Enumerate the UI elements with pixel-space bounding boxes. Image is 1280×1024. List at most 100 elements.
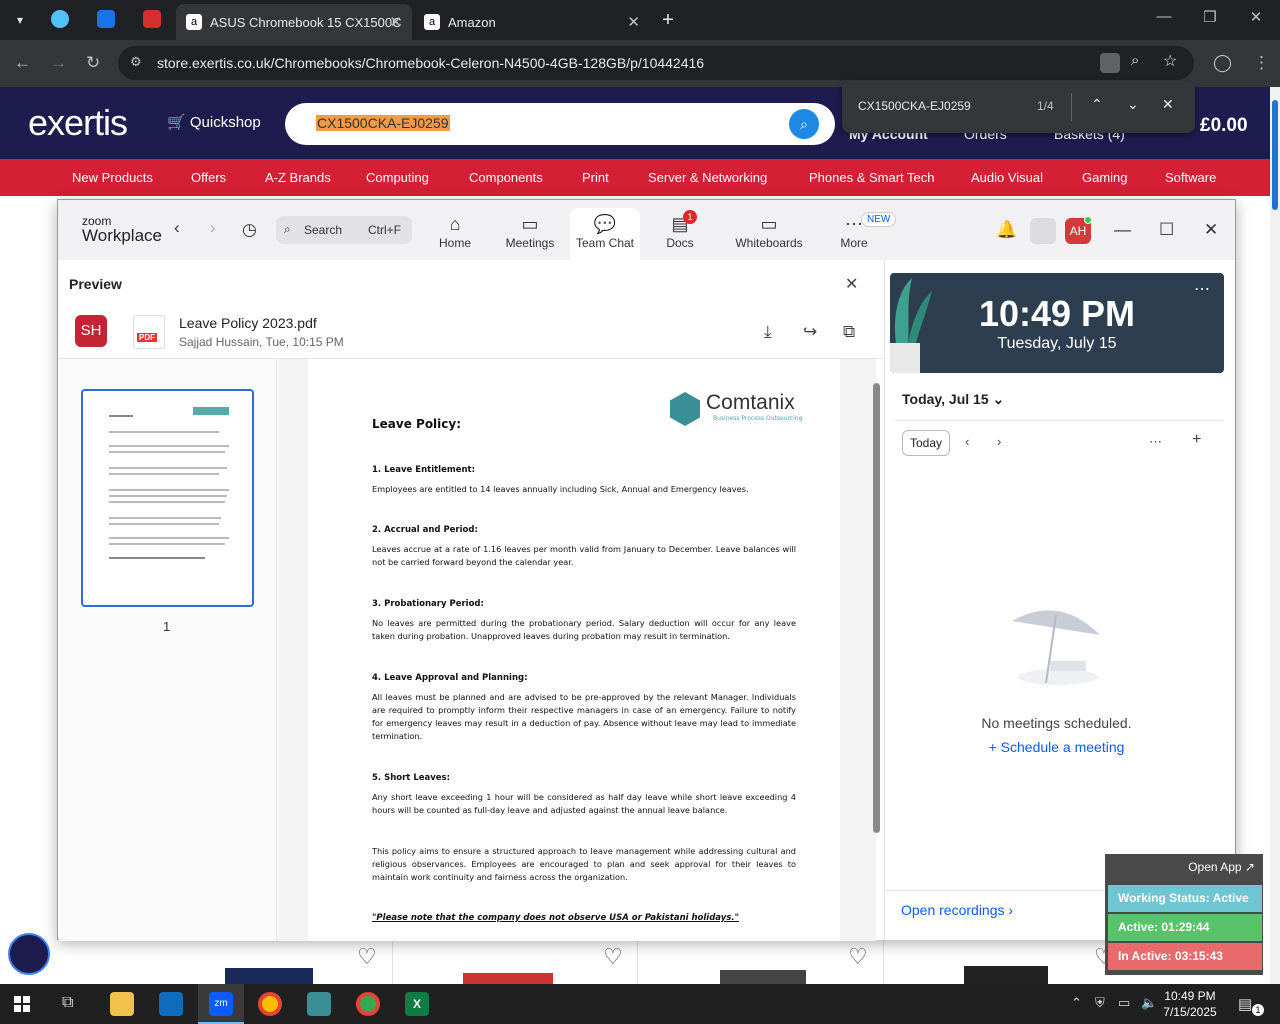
nav-team-chat[interactable]: 💬 Team Chat <box>570 208 640 260</box>
minimize-icon[interactable]: — <box>1114 220 1131 240</box>
page-scrollbar-thumb[interactable] <box>1272 100 1278 210</box>
page-thumbnail[interactable] <box>81 389 254 607</box>
exertis-logo[interactable]: exertis <box>28 102 128 144</box>
file-explorer-icon[interactable] <box>110 992 134 1016</box>
category-gaming[interactable]: Gaming <box>1082 170 1128 185</box>
category-offers[interactable]: Offers <box>191 170 226 185</box>
bookmark-star-icon[interactable]: ☆ <box>1163 51 1177 71</box>
category-components[interactable]: Components <box>469 170 543 185</box>
forward-icon[interactable]: › <box>210 218 216 238</box>
tab-asus-chromebook[interactable]: a ASUS Chromebook 15 CX1500C ✕ <box>176 4 412 40</box>
category-new-products[interactable]: New Products <box>72 170 153 185</box>
chevron-right-icon[interactable]: › <box>997 434 1001 449</box>
add-icon[interactable]: + <box>1192 431 1201 449</box>
wishlist-heart-icon[interactable]: ♡ <box>848 944 868 970</box>
today-button[interactable]: Today <box>902 430 950 456</box>
wishlist-heart-icon[interactable]: ♡ <box>357 944 377 970</box>
notification-icon[interactable]: ▤ <box>1238 995 1252 1013</box>
pinned-tab-icon[interactable] <box>97 10 115 28</box>
close-icon[interactable]: ✕ <box>1204 220 1218 240</box>
zoom-icon[interactable]: zm <box>209 992 233 1016</box>
download-icon[interactable]: ⤓ <box>764 322 772 342</box>
open-app-button[interactable]: Open App ↗ <box>1105 854 1263 880</box>
history-icon[interactable]: ◷ <box>242 220 257 240</box>
document-scrollbar-thumb[interactable] <box>873 383 880 833</box>
category-computing[interactable]: Computing <box>366 170 429 185</box>
menu-icon[interactable]: ⋮ <box>1253 53 1270 73</box>
taskbar-clock[interactable]: 10:49 PM 7/15/2025 <box>1160 988 1220 1020</box>
more-options-icon[interactable]: ⋯ <box>1194 279 1210 299</box>
pinned-tab-icon[interactable] <box>51 10 69 28</box>
bell-icon[interactable]: 🔔 <box>996 220 1017 240</box>
search-icon[interactable]: ⌕ <box>789 109 819 139</box>
close-icon[interactable]: ✕ <box>1162 96 1174 113</box>
gift-icon[interactable] <box>1030 218 1056 244</box>
zoom-search[interactable]: ⌕ Search Ctrl+F <box>276 216 412 244</box>
accessibility-icon[interactable] <box>8 933 50 975</box>
excel-icon[interactable]: X <box>405 992 429 1016</box>
wishlist-heart-icon[interactable]: ♡ <box>603 944 623 970</box>
more-icon[interactable]: ⋯ <box>1149 434 1162 450</box>
product-card[interactable] <box>145 938 393 984</box>
chrome-icon[interactable] <box>258 992 282 1016</box>
omnibox[interactable]: ⚙ store.exertis.co.uk/Chromebooks/Chrome… <box>118 46 1194 80</box>
quickshop-link[interactable]: 🛒 Quickshop <box>167 113 261 131</box>
document-view[interactable]: Comtanix Business Process Outsourcing Le… <box>278 359 876 941</box>
share-icon[interactable]: ↪ <box>803 322 817 342</box>
nav-more[interactable]: ⋯ More NEW <box>819 208 897 260</box>
open-external-icon[interactable]: ⧉ <box>843 322 855 342</box>
basket-total[interactable]: £0.00 <box>1200 115 1248 137</box>
lens-icon[interactable] <box>1100 53 1120 73</box>
category-phones-smart-tech[interactable]: Phones & Smart Tech <box>809 170 935 185</box>
network-icon[interactable]: ▭ <box>1118 995 1130 1011</box>
open-recordings-link[interactable]: Open recordings › <box>901 902 1013 918</box>
page-scrollbar[interactable] <box>1270 87 1280 984</box>
tab-search-button[interactable]: ▾ <box>6 6 34 34</box>
reload-icon[interactable]: ↻ <box>86 53 100 73</box>
start-icon[interactable] <box>14 996 30 1012</box>
find-input[interactable]: CX1500CKA-EJ0259 <box>858 99 971 113</box>
today-header[interactable]: Today, Jul 15 ⌄ <box>902 391 1004 408</box>
category-software[interactable]: Software <box>1165 170 1216 185</box>
chevron-left-icon[interactable]: ‹ <box>965 434 969 449</box>
nav-docs[interactable]: ▤ Docs 1 <box>645 208 715 260</box>
security-icon[interactable]: ⛨ <box>1095 995 1105 1011</box>
nav-meetings[interactable]: ▭ Meetings <box>495 208 565 260</box>
maximize-icon[interactable]: ☐ <box>1159 220 1174 240</box>
category-a-z-brands[interactable]: A-Z Brands <box>265 170 331 185</box>
schedule-meeting-link[interactable]: + Schedule a meeting <box>885 739 1228 755</box>
minimize-icon[interactable]: — <box>1146 8 1182 32</box>
back-icon[interactable]: ← <box>14 53 31 73</box>
volume-icon[interactable]: 🔈 <box>1141 995 1157 1011</box>
tab-amazon[interactable]: a Amazon ✕ <box>414 4 650 40</box>
profile-icon[interactable]: ◯ <box>1213 53 1232 73</box>
exertis-tab-icon[interactable] <box>143 10 161 28</box>
close-icon[interactable]: ✕ <box>845 274 858 294</box>
category-print[interactable]: Print <box>582 170 609 185</box>
product-card[interactable] <box>393 938 638 984</box>
restore-icon[interactable]: ❐ <box>1192 8 1228 32</box>
browser-tab-bar: ▾ a ASUS Chromebook 15 CX1500C ✕ a Amazo… <box>0 0 1280 40</box>
chevron-up-icon[interactable]: ⌃ <box>1091 96 1103 113</box>
section-text: No leaves are permitted during the proba… <box>372 618 796 641</box>
task-view-icon[interactable]: ⧉ <box>62 994 73 1012</box>
url-text[interactable]: store.exertis.co.uk/Chromebooks/Chromebo… <box>157 55 704 71</box>
close-icon[interactable]: ✕ <box>1238 8 1274 32</box>
back-icon[interactable]: ‹ <box>174 218 180 238</box>
site-info-icon[interactable]: ⚙ <box>130 54 142 70</box>
forward-icon[interactable]: → <box>50 53 67 73</box>
chevron-down-icon[interactable]: ⌄ <box>1127 96 1139 113</box>
close-icon[interactable]: ✕ <box>627 13 640 31</box>
site-search-input[interactable]: CX1500CKA-EJ0259 ⌕ <box>285 103 835 145</box>
chrome-profile-icon[interactable] <box>356 992 380 1016</box>
nav-home[interactable]: ⌂ Home <box>420 208 490 260</box>
zoom-icon[interactable]: ⌕ <box>1131 52 1139 69</box>
app-icon[interactable] <box>307 992 331 1016</box>
chevron-up-icon[interactable]: ⌃ <box>1071 995 1082 1011</box>
new-tab-button[interactable]: + <box>654 6 682 34</box>
nav-whiteboards[interactable]: ▭ Whiteboards <box>730 208 808 260</box>
category-server-networking[interactable]: Server & Networking <box>648 170 767 185</box>
close-icon[interactable]: ✕ <box>389 13 402 31</box>
category-audio-visual[interactable]: Audio Visual <box>971 170 1043 185</box>
outlook-icon[interactable] <box>159 992 183 1016</box>
